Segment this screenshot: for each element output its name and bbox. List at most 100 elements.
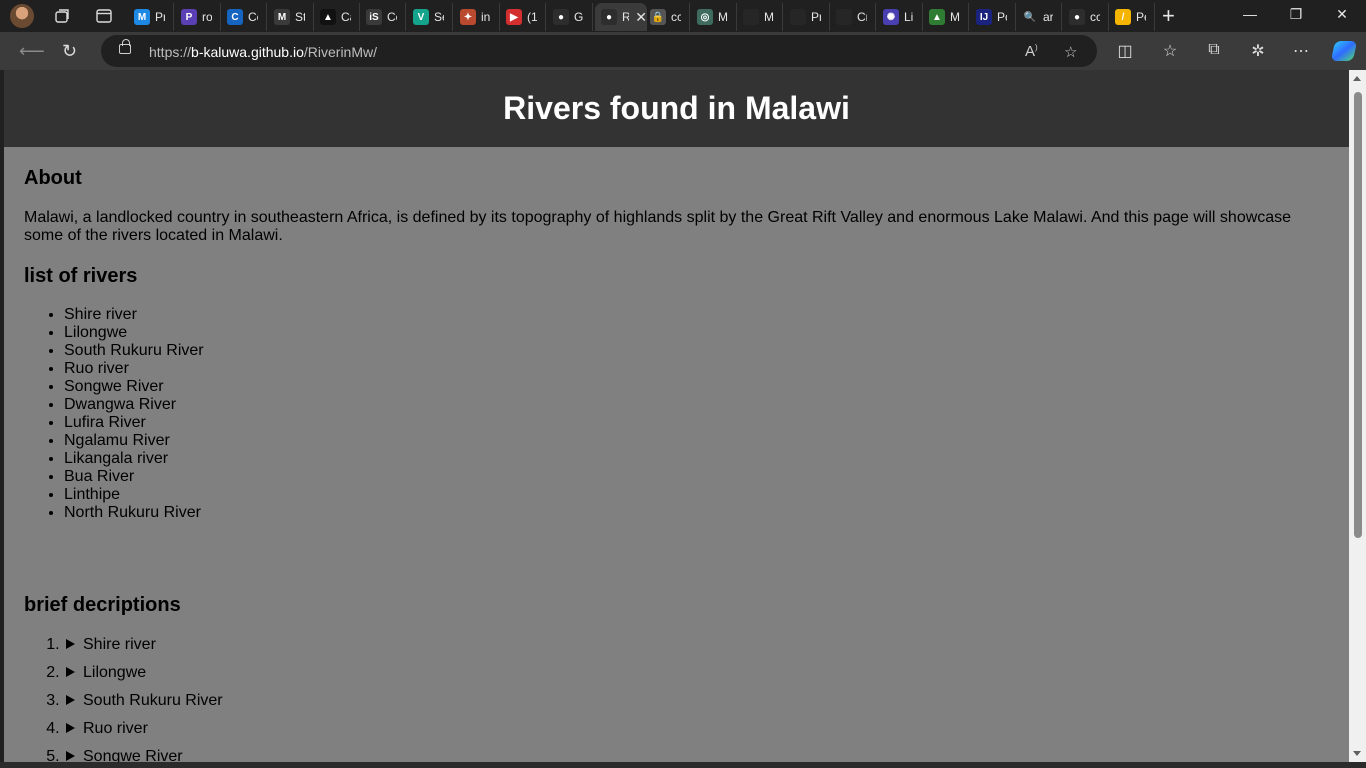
browser-tab[interactable]: ✺ Li xyxy=(877,3,923,31)
url-text[interactable]: https://b-kaluwa.github.io/RiverinMw/ xyxy=(149,44,377,60)
settings-more-icon[interactable]: ⋯ xyxy=(1291,41,1311,61)
browser-tab[interactable]: ●Ri✕ xyxy=(595,3,647,31)
tab-actions-icon[interactable] xyxy=(95,7,113,25)
browser-tab[interactable]: 🔍 ar xyxy=(1016,3,1062,31)
page-scrollbar[interactable] xyxy=(1349,70,1366,762)
tab-title: Cc xyxy=(387,10,397,24)
tab-title: M xyxy=(718,10,728,24)
page-main: About Malawi, a landlocked country in so… xyxy=(4,167,1349,762)
disclosure-triangle-icon[interactable] xyxy=(66,723,75,733)
profile-avatar[interactable] xyxy=(10,4,34,28)
tab-favicon-icon: ● xyxy=(553,9,569,25)
url-path: /RiverinMw/ xyxy=(303,44,378,60)
description-item[interactable]: Songwe River xyxy=(64,748,1329,762)
browser-tab[interactable]: ▲ M xyxy=(923,3,969,31)
description-item[interactable]: South Rukuru River xyxy=(64,692,1329,720)
browser-tab[interactable]: Pro xyxy=(175,3,221,31)
descriptions-heading: brief decriptions xyxy=(24,594,181,616)
new-tab-button[interactable]: + xyxy=(1162,5,1175,27)
river-list-item: Shire river xyxy=(64,306,1329,324)
river-list-item: Likangala river xyxy=(64,450,1329,468)
back-button[interactable]: ⟵ xyxy=(19,41,45,62)
tab-title: Cr xyxy=(857,10,867,24)
tab-title: Se xyxy=(434,10,444,24)
river-list-item: Songwe River xyxy=(64,378,1329,396)
river-list-item: North Rukuru River xyxy=(64,504,1329,522)
disclosure-triangle-icon[interactable] xyxy=(66,639,75,649)
favorite-star-icon[interactable]: ☆ xyxy=(1064,43,1077,61)
extensions-icon[interactable]: ✲ xyxy=(1248,41,1268,61)
browser-tab[interactable]: ● cc xyxy=(1063,3,1109,31)
scroll-down-arrow[interactable] xyxy=(1353,751,1361,756)
description-summary[interactable]: Ruo river xyxy=(83,720,148,737)
browser-tab[interactable]: M xyxy=(737,3,783,31)
tab-title: M xyxy=(764,10,774,24)
tab-favicon-icon: IJ xyxy=(976,9,992,25)
tab-favicon-icon: ● xyxy=(1069,9,1085,25)
tab-title: Pc xyxy=(997,10,1007,24)
tab-favicon-icon xyxy=(790,9,806,25)
tab-favicon-icon: ✦ xyxy=(460,9,476,25)
disclosure-triangle-icon[interactable] xyxy=(66,695,75,705)
refresh-button[interactable]: ↻ xyxy=(62,41,77,62)
description-item[interactable]: Lilongwe xyxy=(64,664,1329,692)
river-list: Shire riverLilongweSouth Rukuru RiverRuo… xyxy=(24,306,1329,522)
disclosure-triangle-icon[interactable] xyxy=(66,751,75,761)
tab-title: in xyxy=(481,10,491,24)
tab-title: St xyxy=(295,10,305,24)
browser-tab[interactable]: Cr xyxy=(830,3,876,31)
browser-tab[interactable]: / Pe xyxy=(1109,3,1155,31)
tab-favicon-icon: P xyxy=(181,9,197,25)
collections-icon[interactable]: ⧉ xyxy=(1204,41,1224,59)
tab-favicon-icon: ▲ xyxy=(929,9,945,25)
tab-title: Li xyxy=(904,10,914,24)
tab-favicon-icon: / xyxy=(1115,9,1131,25)
read-aloud-icon[interactable]: A) xyxy=(1025,43,1038,60)
description-summary[interactable]: Songwe River xyxy=(83,748,183,762)
minimize-button[interactable]: — xyxy=(1235,6,1265,22)
list-heading: list of rivers xyxy=(24,265,138,287)
close-window-button[interactable]: ✕ xyxy=(1327,6,1357,23)
browser-tab[interactable]: Pr xyxy=(784,3,830,31)
browser-tab[interactable]: iS Cc xyxy=(360,3,406,31)
tab-favicon-icon: ✺ xyxy=(883,9,899,25)
browser-tab[interactable]: ✦ in xyxy=(454,3,500,31)
tab-title: (1 xyxy=(527,10,537,24)
browser-tab[interactable]: ● Gi xyxy=(547,3,593,31)
river-list-item: South Rukuru River xyxy=(64,342,1329,360)
tab-favicon-icon: 🔍 xyxy=(1022,9,1038,25)
browser-tab[interactable]: 🔒 cc xyxy=(644,3,690,31)
favorites-icon[interactable]: ☆ xyxy=(1160,41,1180,61)
copilot-icon[interactable] xyxy=(1330,41,1358,61)
tab-title: ro xyxy=(202,10,212,24)
browser-tab[interactable]: M Pr xyxy=(128,3,174,31)
tab-title: ar xyxy=(1043,10,1053,24)
lock-icon[interactable] xyxy=(119,39,131,54)
tab-favicon-icon: ▲ xyxy=(320,9,336,25)
tab-title: Cc xyxy=(248,10,258,24)
address-bar[interactable]: https://b-kaluwa.github.io/RiverinMw/ A)… xyxy=(101,35,1097,67)
scroll-up-arrow[interactable] xyxy=(1353,76,1361,81)
description-summary[interactable]: South Rukuru River xyxy=(83,692,223,709)
descriptions-list: Shire river Lilongwe South Rukuru River Ruo… xyxy=(24,636,1329,762)
description-item[interactable]: Ruo river xyxy=(64,720,1329,748)
browser-tab[interactable]: ▲ Ca xyxy=(314,3,360,31)
browser-tab[interactable]: V Se xyxy=(407,3,453,31)
split-screen-icon[interactable]: ◫ xyxy=(1115,41,1135,61)
browser-tab[interactable]: C Cc xyxy=(221,3,267,31)
restore-button[interactable]: ❐ xyxy=(1281,6,1311,23)
url-scheme: https:// xyxy=(149,44,192,60)
description-summary[interactable]: Shire river xyxy=(83,636,156,653)
workspaces-icon[interactable] xyxy=(53,7,71,25)
browser-tab[interactable]: ◎ M xyxy=(691,3,737,31)
river-list-item: Bua River xyxy=(64,468,1329,486)
tab-favicon-icon: iS xyxy=(366,9,382,25)
description-item[interactable]: Shire river xyxy=(64,636,1329,664)
browser-tab[interactable]: ▶ (1 xyxy=(500,3,546,31)
browser-tab[interactable]: M St xyxy=(268,3,314,31)
scrollbar-thumb[interactable] xyxy=(1354,92,1362,538)
browser-tab[interactable]: IJ Pc xyxy=(970,3,1016,31)
tab-list: MPrProCCcMSt▲CaiSCcVSe✦in▶(1●Gi●Ri✕🔒cc◎M… xyxy=(128,0,1158,32)
description-summary[interactable]: Lilongwe xyxy=(83,664,146,681)
disclosure-triangle-icon[interactable] xyxy=(66,667,75,677)
